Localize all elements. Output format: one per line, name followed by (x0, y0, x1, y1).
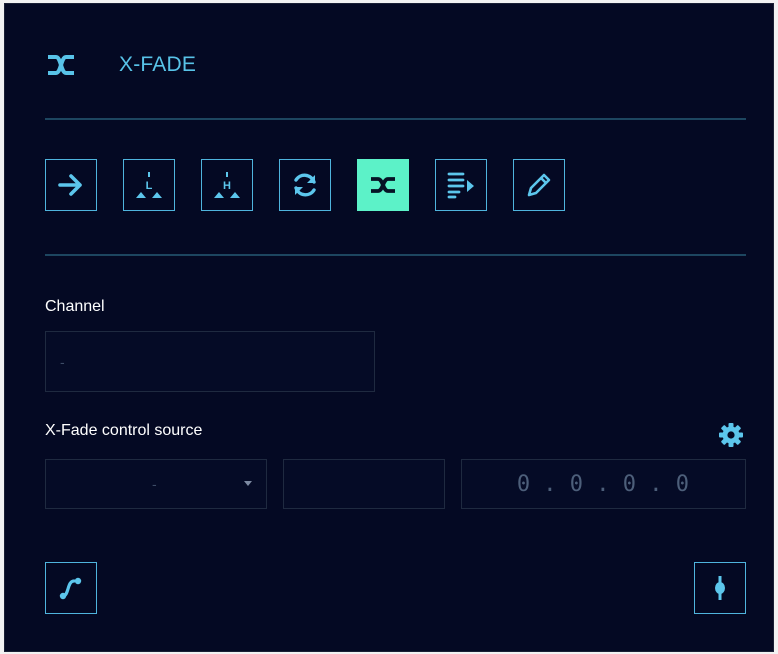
arrow-right-icon (58, 174, 82, 196)
fader-icon (715, 576, 725, 600)
channel-value: - (60, 353, 65, 370)
list-play-button[interactable] (435, 159, 487, 211)
svg-text:H: H (223, 180, 231, 192)
gear-icon[interactable] (717, 421, 745, 449)
crossfade-icon (48, 55, 74, 75)
divider-top (45, 118, 746, 120)
page-title: X-FADE (119, 53, 197, 76)
svg-text:L: L (146, 180, 153, 192)
fader-button[interactable] (694, 562, 746, 614)
high-mark-icon: H (214, 172, 240, 198)
edit-button[interactable] (513, 159, 565, 211)
xfade-source-label: X-Fade control source (45, 422, 203, 439)
low-mark-icon: L (136, 172, 162, 198)
source-select-value: - (152, 476, 157, 492)
refresh-button[interactable] (279, 159, 331, 211)
low-mark-button[interactable]: L (123, 159, 175, 211)
chevron-down-icon (244, 481, 252, 486)
source-select[interactable]: - (45, 459, 267, 509)
high-mark-button[interactable]: H (201, 159, 253, 211)
crossfade-button[interactable] (357, 159, 409, 211)
channel-input[interactable]: - (45, 331, 375, 392)
divider-middle (45, 254, 746, 256)
list-play-icon (447, 172, 474, 199)
address-input[interactable]: 0 . 0 . 0 . 0 (461, 459, 746, 509)
source-middle-input[interactable] (283, 459, 445, 509)
refresh-icon (294, 173, 316, 197)
arrow-right-button[interactable] (45, 159, 97, 211)
curve-icon (59, 577, 82, 600)
panel-header: X-FADE (45, 50, 196, 80)
crossfade-icon (371, 177, 395, 193)
channel-label: Channel (45, 298, 105, 315)
pencil-icon (527, 173, 551, 197)
address-value: 0 . 0 . 0 . 0 (516, 471, 689, 497)
curve-button[interactable] (45, 562, 97, 614)
xfade-panel: X-FADE L H Channel - X-Fade control sour… (4, 3, 774, 652)
mode-toolbar: L H (45, 159, 591, 211)
